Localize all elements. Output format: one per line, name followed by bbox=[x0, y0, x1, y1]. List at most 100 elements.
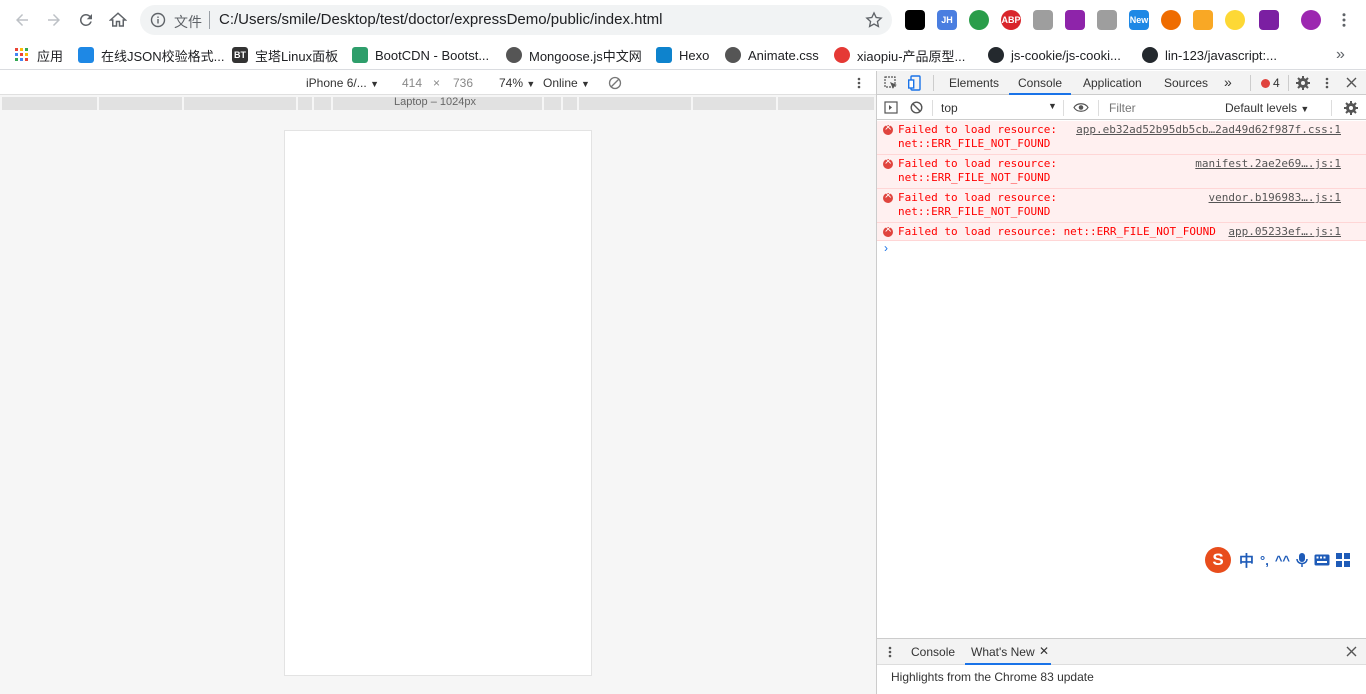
ime-chinese-mode[interactable]: 中 bbox=[1239, 550, 1254, 571]
bookmark-item[interactable]: Animate.css bbox=[725, 45, 819, 65]
bookmark-item[interactable]: BT 宝塔Linux面板 bbox=[232, 45, 338, 65]
url-scheme-label: 文件 bbox=[174, 15, 202, 31]
orange-square-icon[interactable] bbox=[1193, 10, 1213, 30]
error-icon bbox=[883, 156, 893, 169]
bookmark-label: 在线JSON校验格式... bbox=[101, 48, 225, 64]
avatar-icon[interactable] bbox=[1301, 10, 1321, 30]
bookmark-item[interactable]: js-cookie/js-cooki... bbox=[988, 45, 1121, 65]
sidebar-toggle-icon[interactable] bbox=[884, 101, 898, 114]
forward-button[interactable] bbox=[42, 8, 66, 32]
devtools-more-icon[interactable] bbox=[1322, 76, 1332, 90]
error-source-link[interactable]: app.eb32ad52b95db5cb…2ad49d62f987f.css:1 bbox=[1076, 123, 1341, 137]
device-select[interactable]: iPhone 6/... ▼ bbox=[306, 76, 379, 90]
github-icon bbox=[988, 47, 1004, 63]
keyboard-icon[interactable] bbox=[1314, 554, 1330, 566]
back-button[interactable] bbox=[10, 8, 34, 32]
device-more-icon[interactable] bbox=[854, 76, 864, 90]
live-expression-eye-icon[interactable] bbox=[1073, 102, 1089, 113]
console-toolbar: top ▼ Default levels ▼ bbox=[877, 96, 1366, 120]
home-icon bbox=[109, 12, 127, 27]
bookmark-label: BootCDN - Bootst... bbox=[375, 47, 490, 63]
bookmark-item[interactable]: BootCDN - Bootst... bbox=[352, 45, 489, 65]
drawer-tab-console[interactable]: Console bbox=[911, 645, 955, 659]
console-prompt[interactable]: › bbox=[884, 241, 888, 255]
puzzle-icon[interactable] bbox=[1259, 10, 1279, 30]
bookmark-item[interactable]: Hexo bbox=[656, 45, 709, 65]
error-icon bbox=[883, 190, 893, 203]
vue-icon[interactable] bbox=[1033, 10, 1053, 30]
bookmark-item[interactable]: 在线JSON校验格式... bbox=[78, 45, 225, 65]
drawer-menu-icon[interactable] bbox=[887, 645, 893, 659]
yellow-face-icon[interactable] bbox=[1225, 10, 1245, 30]
tampermonkey-icon[interactable] bbox=[905, 10, 925, 30]
error-text: Failed to load resource: net::ERR_FILE_N… bbox=[898, 123, 1057, 150]
tab-application[interactable]: Application bbox=[1083, 76, 1142, 90]
reload-icon bbox=[79, 13, 92, 26]
rotate-icon[interactable] bbox=[608, 76, 622, 90]
tab-elements[interactable]: Elements bbox=[949, 76, 999, 90]
drawer-tab-whats-new[interactable]: What's New bbox=[971, 645, 1035, 659]
dimension-times: × bbox=[433, 76, 441, 90]
inspect-icon[interactable] bbox=[884, 76, 898, 90]
tabs-overflow-button[interactable]: » bbox=[1224, 74, 1232, 90]
console-error-message: Failed to load resource: net::ERR_FILE_N… bbox=[877, 121, 1366, 155]
bookmark-label: xiaopiu-产品原型... bbox=[857, 48, 966, 64]
error-count[interactable]: 4 bbox=[1273, 76, 1280, 90]
console-filter-input[interactable] bbox=[1103, 99, 1215, 117]
reload-button[interactable] bbox=[74, 8, 98, 32]
close-devtools-icon[interactable] bbox=[1346, 77, 1357, 88]
eyedropper-icon[interactable] bbox=[1065, 10, 1085, 30]
bookmark-item[interactable]: 应用 bbox=[14, 45, 63, 65]
bookmark-star-icon[interactable] bbox=[864, 10, 884, 30]
context-select[interactable]: top bbox=[941, 101, 958, 115]
url-text[interactable]: C:/Users/smile/Desktop/test/doctor/expre… bbox=[219, 11, 663, 28]
device-toggle-icon[interactable] bbox=[908, 75, 922, 91]
sogou-logo-icon[interactable]: S bbox=[1205, 547, 1231, 573]
bookmark-item[interactable]: xiaopiu-产品原型... bbox=[834, 45, 965, 65]
throttle-select[interactable]: Online ▼ bbox=[543, 76, 590, 90]
tab-sources[interactable]: Sources bbox=[1164, 76, 1208, 90]
bookmarks-overflow-button[interactable]: » bbox=[1336, 45, 1345, 65]
height-input[interactable]: 736 bbox=[453, 76, 473, 90]
error-source-link[interactable]: vendor.b196983….js:1 bbox=[1209, 191, 1341, 205]
width-input[interactable]: 414 bbox=[402, 76, 422, 90]
apps-icon bbox=[14, 47, 30, 63]
jh-icon[interactable]: JH bbox=[937, 10, 957, 30]
zoom-select[interactable]: 74% ▼ bbox=[499, 76, 535, 90]
tab-console[interactable]: Console bbox=[1018, 76, 1062, 90]
close-whats-new-icon[interactable]: ✕ bbox=[1039, 644, 1049, 658]
ime-emoji-icon[interactable]: ^^ bbox=[1275, 553, 1290, 568]
ime-punctuation-mode[interactable]: °, bbox=[1260, 553, 1269, 568]
device-toolbar: iPhone 6/... ▼ 414 × 736 74% ▼ Online ▼ bbox=[0, 71, 876, 95]
abp-icon[interactable]: ABP bbox=[1001, 10, 1021, 30]
clear-console-icon[interactable] bbox=[910, 101, 923, 114]
error-badge-icon bbox=[1261, 79, 1270, 88]
ime-toolbar[interactable]: S 中 °, ^^ bbox=[1205, 546, 1365, 574]
bookmark-label: js-cookie/js-cooki... bbox=[1011, 47, 1121, 63]
home-button[interactable] bbox=[106, 8, 130, 32]
media-query-bar[interactable]: Laptop – 1024px bbox=[0, 96, 876, 110]
globe-icon bbox=[725, 47, 741, 63]
bookmark-label: lin-123/javascript:... bbox=[1165, 47, 1277, 63]
log-levels-select[interactable]: Default levels ▼ bbox=[1225, 101, 1309, 115]
share-icon[interactable] bbox=[1161, 10, 1181, 30]
ime-grid-icon[interactable] bbox=[1336, 553, 1351, 567]
bookmark-item[interactable]: Mongoose.js中文网 bbox=[506, 45, 642, 65]
microphone-icon[interactable] bbox=[1296, 552, 1308, 568]
console-settings-gear-icon[interactable] bbox=[1343, 100, 1359, 116]
address-bar[interactable]: 文件 C:/Users/smile/Desktop/test/doctor/ex… bbox=[140, 5, 892, 35]
bookmark-item[interactable]: lin-123/javascript:... bbox=[1142, 45, 1277, 65]
error-source-link[interactable]: manifest.2ae2e69….js:1 bbox=[1195, 157, 1341, 171]
active-tab-indicator bbox=[1009, 93, 1071, 95]
bt-icon: BT bbox=[232, 47, 248, 63]
new-icon[interactable]: New bbox=[1129, 10, 1149, 30]
error-source-link[interactable]: app.05233ef….js:1 bbox=[1228, 225, 1341, 239]
bootcdn-icon bbox=[352, 47, 368, 63]
browser-menu-button[interactable] bbox=[1332, 8, 1356, 32]
arrow-left-icon bbox=[16, 14, 28, 26]
paw-icon[interactable] bbox=[969, 10, 989, 30]
info-icon[interactable] bbox=[150, 12, 166, 28]
close-drawer-icon[interactable] bbox=[1346, 646, 1357, 657]
settings-gear-icon[interactable] bbox=[1295, 75, 1311, 91]
shield-icon[interactable] bbox=[1097, 10, 1117, 30]
